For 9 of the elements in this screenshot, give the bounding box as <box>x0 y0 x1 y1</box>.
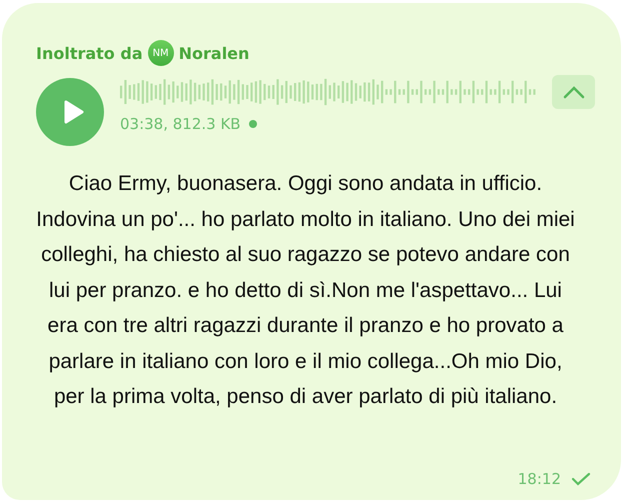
message-time: 18:12 <box>518 470 561 488</box>
forwarded-label: Inoltrato da <box>36 44 143 62</box>
avatar[interactable]: NM <box>148 40 174 66</box>
waveform-drawing[interactable] <box>120 77 538 107</box>
message-text: Ciao Ermy, buonasera. Oggi sono andata in ufficio. Indovina un po'... ho parlato molto in italiano. Uno dei miei colleghi, ha chiesto al suo ragazzo se potevo andare con lui per pranzo. e ho detto di sì.Non me l'aspettavo... Lui era con tre altri ragazzi durante il pranzo e ho provato a parlare in italiano con loro e il mio collega...Oh mio Dio, per la prima volta, penso di aver parlato di più italiano. <box>36 171 575 410</box>
chevron-up-icon <box>562 85 584 99</box>
collapse-button[interactable] <box>552 75 595 109</box>
sender-name[interactable]: Noralen <box>178 44 250 62</box>
voice-info: 03:38, 812.3 KB <box>120 115 241 133</box>
